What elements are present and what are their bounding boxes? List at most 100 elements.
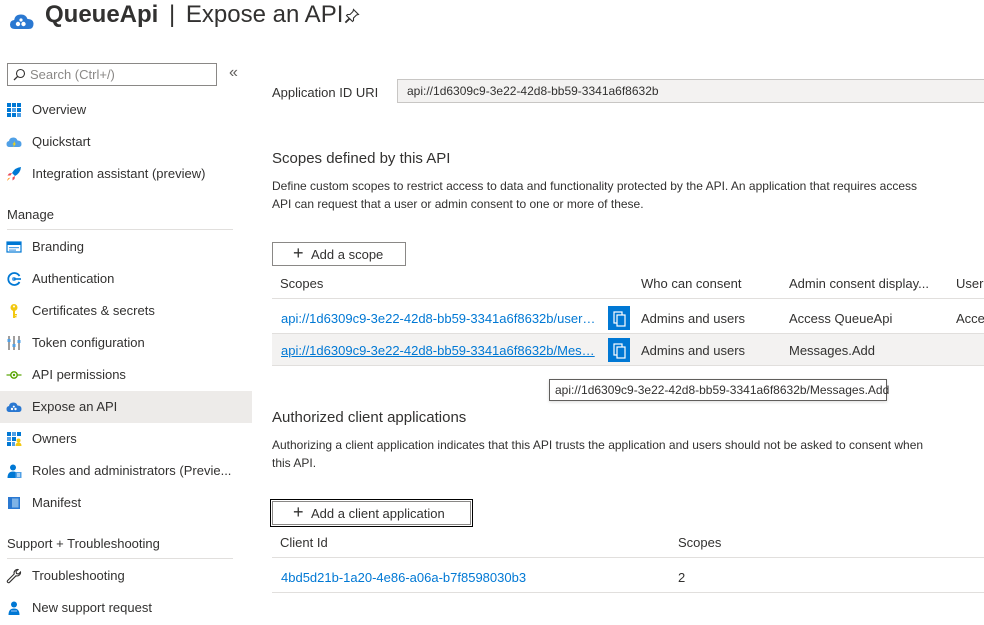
sidebar-item-label: Overview bbox=[32, 102, 87, 117]
main-content: Application ID URI api://1d6309c9-3e22-4… bbox=[270, 56, 984, 625]
blade-title: Expose an API bbox=[185, 1, 344, 28]
scope-link[interactable]: api://1d6309c9-3e22-42d8-bb59-3341a6f863… bbox=[281, 311, 601, 326]
clients-description-line: this API. bbox=[272, 455, 317, 470]
sidebar-item-label: Expose an API bbox=[32, 399, 118, 414]
pin-icon[interactable] bbox=[344, 8, 360, 24]
sidebar-item-troubleshooting[interactable]: Troubleshooting bbox=[0, 560, 252, 592]
app-registration-cloud-icon bbox=[10, 14, 34, 29]
user-consent-cell: Acce bbox=[956, 311, 984, 326]
column-header-client-id[interactable]: Client Id bbox=[280, 535, 328, 550]
wrench-icon bbox=[6, 568, 22, 584]
add-scope-button[interactable]: + Add a scope bbox=[272, 242, 406, 266]
sidebar-item-integration-assistant[interactable]: Integration assistant (preview) bbox=[0, 158, 252, 190]
scope-uri-tooltip: api://1d6309c9-3e22-42d8-bb59-3341a6f863… bbox=[549, 379, 889, 401]
copy-icon bbox=[613, 343, 626, 359]
column-header-client-scopes[interactable]: Scopes bbox=[678, 535, 721, 550]
manage-section-divider bbox=[7, 229, 233, 230]
api-permissions-icon bbox=[6, 371, 22, 379]
cloud-icon bbox=[6, 402, 22, 412]
branding-icon bbox=[6, 241, 22, 253]
plus-icon: + bbox=[293, 502, 304, 522]
sidebar-item-api-permissions[interactable]: API permissions bbox=[0, 359, 252, 391]
copy-to-clipboard-button[interactable] bbox=[608, 306, 630, 330]
app-name: QueueApi bbox=[45, 1, 159, 28]
scopes-section-title: Scopes defined by this API bbox=[272, 150, 451, 167]
sidebar-item-label: Troubleshooting bbox=[32, 568, 125, 583]
authorized-clients-section-title: Authorized client applications bbox=[272, 409, 467, 426]
sidebar-item-label: Quickstart bbox=[32, 134, 91, 149]
support-section-divider bbox=[7, 558, 233, 559]
rocket-icon bbox=[7, 167, 21, 181]
sidebar-item-roles-administrators[interactable]: Roles and administrators (Previe... bbox=[0, 455, 252, 487]
admin-consent-display-cell: Messages.Add bbox=[789, 343, 875, 358]
add-scope-button-label: Add a scope bbox=[311, 246, 384, 262]
title-separator: | bbox=[169, 1, 176, 28]
sidebar-item-label: Branding bbox=[32, 239, 85, 254]
scope-link[interactable]: api://1d6309c9-3e22-42d8-bb59-3341a6f863… bbox=[281, 343, 601, 358]
authentication-icon bbox=[7, 272, 21, 286]
copy-to-clipboard-button[interactable] bbox=[608, 338, 630, 362]
column-header-who-can-consent[interactable]: Who can consent bbox=[641, 276, 741, 291]
support-person-icon bbox=[8, 601, 20, 615]
client-scopes-count: 2 bbox=[678, 570, 686, 585]
page-title: QueueApi | Expose an API bbox=[45, 1, 343, 29]
authorized-clients-description: Authorizing a client application indicat… bbox=[272, 437, 984, 472]
sidebar-item-token-configuration[interactable]: Token configuration bbox=[0, 327, 252, 359]
sidebar-item-label: Manifest bbox=[32, 495, 82, 510]
quickstart-icon bbox=[6, 137, 22, 148]
application-id-uri-value[interactable]: api://1d6309c9-3e22-42d8-bb59-3341a6f863… bbox=[397, 79, 984, 103]
sidebar-item-quickstart[interactable]: Quickstart bbox=[0, 126, 252, 158]
sidebar-item-label: Integration assistant (preview) bbox=[32, 166, 206, 181]
sidebar-item-certificates-secrets[interactable]: Certificates & secrets bbox=[0, 295, 252, 327]
client-id-link[interactable]: 4bd5d21b-1a20-4e86-a06a-b7f8598030b3 bbox=[281, 570, 526, 585]
manage-section-label: Manage bbox=[7, 207, 54, 222]
column-header-user[interactable]: User bbox=[956, 276, 983, 291]
sidebar-item-label: API permissions bbox=[32, 367, 126, 382]
sidebar-item-new-support-request[interactable]: New support request bbox=[0, 592, 252, 624]
sidebar-item-branding[interactable]: Branding bbox=[0, 231, 252, 263]
scopes-table-header: Scopes Who can consent Admin consent dis… bbox=[272, 269, 984, 299]
sidebar-item-label: Certificates & secrets bbox=[32, 303, 155, 318]
page-header: QueueApi | Expose an API bbox=[0, 0, 984, 40]
who-can-consent-cell: Admins and users bbox=[641, 311, 746, 326]
sidebar-item-authentication[interactable]: Authentication bbox=[0, 263, 252, 295]
who-can-consent-cell: Admins and users bbox=[641, 343, 746, 358]
add-client-application-button-label: Add a client application bbox=[311, 505, 445, 521]
overview-icon bbox=[7, 103, 21, 117]
search-box[interactable] bbox=[7, 63, 217, 86]
roles-icon bbox=[7, 464, 22, 478]
sidebar-item-label: Roles and administrators (Previe... bbox=[32, 463, 232, 478]
sidebar-item-manifest[interactable]: Manifest bbox=[0, 487, 252, 519]
scopes-description: Define custom scopes to restrict access … bbox=[272, 178, 984, 213]
search-icon bbox=[13, 68, 26, 81]
clients-description-line: Authorizing a client application indicat… bbox=[272, 438, 924, 452]
column-header-scopes[interactable]: Scopes bbox=[280, 276, 323, 291]
manifest-icon bbox=[8, 497, 20, 509]
sidebar-item-label: Owners bbox=[32, 431, 77, 446]
owners-icon bbox=[7, 432, 22, 446]
application-id-uri-label: Application ID URI bbox=[272, 85, 379, 100]
table-row[interactable]: 4bd5d21b-1a20-4e86-a06a-b7f8598030b3 2 bbox=[272, 561, 984, 593]
sidebar-item-label: New support request bbox=[32, 600, 152, 615]
clients-table-header: Client Id Scopes bbox=[272, 528, 984, 558]
sidebar-item-label: Token configuration bbox=[32, 335, 145, 350]
key-icon bbox=[10, 304, 18, 318]
table-row[interactable]: api://1d6309c9-3e22-42d8-bb59-3341a6f863… bbox=[272, 302, 984, 334]
sidebar-item-overview[interactable]: Overview bbox=[0, 94, 252, 126]
column-header-admin-consent-display[interactable]: Admin consent display... bbox=[789, 276, 929, 291]
sidebar-item-label: Authentication bbox=[32, 271, 115, 286]
support-section-label: Support + Troubleshooting bbox=[7, 536, 160, 551]
add-client-application-button[interactable]: + Add a client application bbox=[270, 499, 473, 527]
plus-icon: + bbox=[293, 243, 304, 263]
sidebar-item-expose-an-api[interactable]: Expose an API bbox=[0, 391, 252, 423]
search-input[interactable] bbox=[30, 67, 210, 82]
copy-icon bbox=[613, 311, 626, 327]
scopes-description-line: Define custom scopes to restrict access … bbox=[272, 179, 918, 193]
scopes-description-line: API can request that a user or admin con… bbox=[272, 196, 644, 211]
collapse-sidebar-button[interactable]: « bbox=[229, 65, 245, 83]
admin-consent-display-cell: Access QueueApi bbox=[789, 311, 893, 326]
token-config-icon bbox=[7, 336, 21, 350]
sidebar: « Overview Quickstart Integration assist… bbox=[0, 56, 252, 625]
table-row[interactable]: api://1d6309c9-3e22-42d8-bb59-3341a6f863… bbox=[272, 334, 984, 366]
sidebar-item-owners[interactable]: Owners bbox=[0, 423, 252, 455]
